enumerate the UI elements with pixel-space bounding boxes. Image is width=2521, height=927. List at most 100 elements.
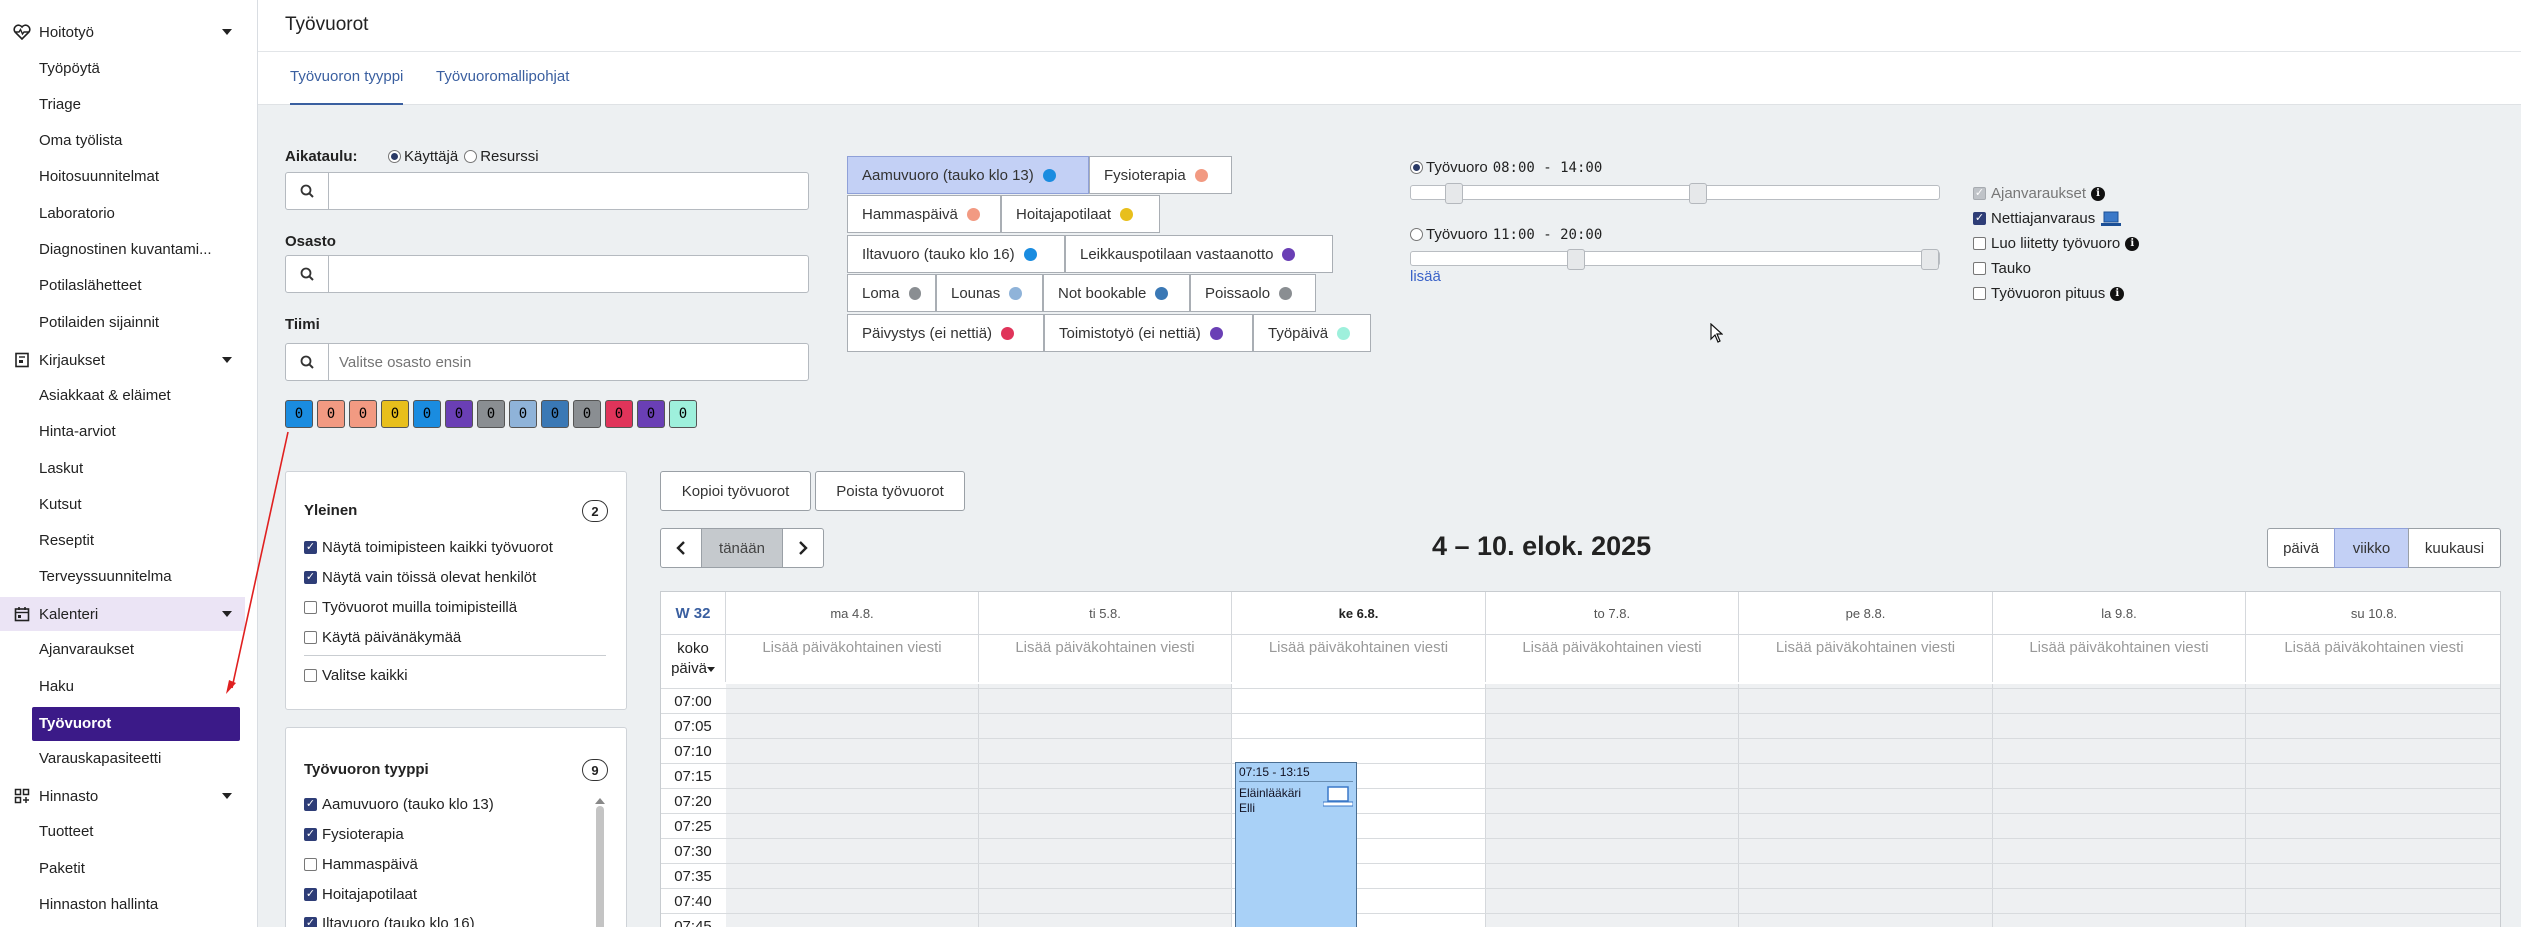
option-ajanvaraukset[interactable]: Ajanvaraukset i [1973, 185, 2106, 202]
sidebar-item-oma-tyolista[interactable]: Oma työlista [39, 130, 239, 152]
shift-type-chip[interactable]: Lounas [936, 274, 1043, 312]
day-header[interactable]: su 10.8. [2246, 592, 2500, 634]
shift-type-chip[interactable]: Hoitajapotilaat [1001, 195, 1160, 233]
select-all[interactable]: Valitse kaikki [304, 667, 408, 684]
sidebar-item-paketit[interactable]: Paketit [39, 858, 239, 880]
shift-type-chip[interactable]: Työpäivä [1253, 314, 1371, 352]
copy-shifts-button[interactable]: Kopioi työvuorot [660, 471, 811, 511]
filter-paivanakyma[interactable]: Käytä päivänäkymää [304, 629, 461, 646]
type-filter-item[interactable]: Aamuvuoro (tauko klo 13) [304, 796, 494, 813]
color-swatch[interactable]: 0 [413, 400, 441, 428]
scrollbar[interactable] [595, 792, 605, 927]
checkbox[interactable] [304, 888, 317, 901]
allday-cell[interactable]: Lisää päiväkohtainen viesti [726, 634, 979, 682]
today-button[interactable]: tänään [701, 528, 783, 568]
allday-cell[interactable]: Lisää päiväkohtainen viesti [1993, 634, 2246, 682]
color-swatch[interactable]: 0 [477, 400, 505, 428]
prev-week-button[interactable] [660, 528, 702, 568]
sidebar-item-asiakkaat[interactable]: Asiakkaat & eläimet [39, 385, 239, 407]
sidebar-section-hinnasto[interactable]: Hinnasto [0, 779, 245, 813]
sidebar-item-laboratorio[interactable]: Laboratorio [39, 203, 239, 225]
sidebar-item-tyovuorot[interactable]: Työvuorot [32, 707, 240, 741]
shift-type-chip[interactable]: Leikkauspotilaan vastaanotto [1065, 235, 1333, 273]
view-week-button[interactable]: viikko [2334, 528, 2409, 568]
sidebar-item-laskut[interactable]: Laskut [39, 458, 239, 480]
color-swatch[interactable]: 0 [541, 400, 569, 428]
sidebar-item-kuvantaminen[interactable]: Diagnostinen kuvantami... [39, 239, 239, 261]
checkbox[interactable] [304, 541, 317, 554]
user-search-input[interactable] [329, 173, 808, 209]
checkbox[interactable] [304, 917, 317, 927]
day-header-today[interactable]: ke 6.8. [1232, 592, 1486, 634]
filter-muut-toimipisteet[interactable]: Työvuorot muilla toimipisteillä [304, 599, 517, 616]
radio-resource[interactable] [464, 150, 478, 163]
shift-type-chip[interactable]: Aamuvuoro (tauko klo 13) [847, 156, 1089, 194]
checkbox[interactable] [304, 571, 317, 584]
allday-cell[interactable]: Lisää päiväkohtainen viesti [979, 634, 1232, 682]
color-swatch[interactable]: 0 [445, 400, 473, 428]
sidebar-item-hinta-arviot[interactable]: Hinta-arviot [39, 421, 239, 443]
color-swatch[interactable]: 0 [669, 400, 697, 428]
slider-handle[interactable] [1445, 183, 1463, 204]
option-luo-liitetty[interactable]: Luo liitetty työvuoro i [1973, 235, 2140, 252]
color-swatch[interactable]: 0 [317, 400, 345, 428]
option-tauko[interactable]: Tauko [1973, 260, 2031, 277]
allday-cell[interactable]: Lisää päiväkohtainen viesti [1739, 634, 1993, 682]
sidebar-item-varauskapasiteetti[interactable]: Varauskapasiteetti [39, 748, 239, 770]
checkbox[interactable] [1973, 187, 1986, 200]
view-day-button[interactable]: päivä [2267, 528, 2335, 568]
info-icon[interactable]: i [2110, 286, 2125, 301]
tab-tyovuoron-tyyppi[interactable]: Työvuoron tyyppi [290, 68, 404, 105]
checkbox[interactable] [304, 669, 317, 682]
checkbox[interactable] [1973, 262, 1986, 275]
allday-cell[interactable]: Lisää päiväkohtainen viesti [1232, 634, 1486, 682]
shift-type-chip[interactable]: Päivystys (ei nettiä) [847, 314, 1044, 352]
type-filter-item[interactable]: Hammaspäivä [304, 856, 418, 873]
sidebar-item-hoitosuunnitelmat[interactable]: Hoitosuunnitelmat [39, 166, 239, 188]
sidebar-item-terveyssuunnitelma[interactable]: Terveyssuunnitelma [39, 566, 239, 588]
day-header[interactable]: ti 5.8. [979, 592, 1232, 634]
sidebar-item-kutsut[interactable]: Kutsut [39, 494, 239, 516]
sidebar-section-kalenteri[interactable]: Kalenteri [0, 597, 245, 631]
osasto-input[interactable] [329, 256, 808, 292]
option-tyovuoron-pituus[interactable]: Työvuoron pituus i [1973, 285, 2125, 302]
day-header[interactable]: to 7.8. [1486, 592, 1739, 634]
slider-handle[interactable] [1689, 183, 1707, 204]
shift-template-radio[interactable] [1410, 161, 1423, 174]
shift-type-chip[interactable]: Iltavuoro (tauko klo 16) [847, 235, 1065, 273]
color-swatch[interactable]: 0 [509, 400, 537, 428]
next-week-button[interactable] [782, 528, 824, 568]
color-swatch[interactable]: 0 [349, 400, 377, 428]
color-swatch[interactable]: 0 [573, 400, 601, 428]
info-icon[interactable]: i [2125, 236, 2140, 251]
sidebar-item-tuotteet[interactable]: Tuotteet [39, 821, 239, 843]
shift-type-chip[interactable]: Fysioterapia [1089, 156, 1232, 194]
shift-type-chip[interactable]: Poissaolo [1190, 274, 1316, 312]
sidebar-section-kirjaukset[interactable]: Kirjaukset [0, 343, 245, 377]
chevron-down-icon[interactable] [221, 26, 233, 38]
type-filter-item[interactable]: Iltavuoro (tauko klo 16) [304, 915, 475, 927]
shift-event[interactable]: 07:15 - 13:15 Eläinlääkäri Elli [1235, 762, 1357, 927]
checkbox[interactable] [304, 798, 317, 811]
shift-template-radio[interactable] [1410, 228, 1423, 241]
sidebar-item-potilaslahetteet[interactable]: Potilaslähetteet [39, 275, 239, 297]
slider-handle[interactable] [1567, 249, 1585, 270]
sidebar-section-hoitotyo[interactable]: Hoitotyö [0, 15, 245, 49]
filter-toissa-olevat[interactable]: Näytä vain töissä olevat henkilöt [304, 569, 536, 586]
color-swatch[interactable]: 0 [381, 400, 409, 428]
tab-tyovuoromallipohjat[interactable]: Työvuoromallipohjat [436, 68, 569, 105]
scroll-up-icon[interactable] [595, 797, 605, 805]
color-swatch[interactable]: 0 [285, 400, 313, 428]
color-swatch[interactable]: 0 [605, 400, 633, 428]
allday-cell[interactable]: Lisää päiväkohtainen viesti [2246, 634, 2500, 682]
type-filter-item[interactable]: Hoitajapotilaat [304, 886, 417, 903]
checkbox[interactable] [304, 601, 317, 614]
slider-handle[interactable] [1921, 249, 1939, 270]
checkbox[interactable] [304, 828, 317, 841]
scrollbar-thumb[interactable] [596, 806, 604, 927]
sidebar-item-potilaiden-sijainnit[interactable]: Potilaiden sijainnit [39, 312, 239, 334]
filter-kaikki-tyovuorot[interactable]: Näytä toimipisteen kaikki työvuorot [304, 539, 553, 556]
sidebar-item-ajanvaraukset[interactable]: Ajanvaraukset [39, 639, 239, 661]
delete-shifts-button[interactable]: Poista työvuorot [815, 471, 965, 511]
radio-user[interactable] [388, 150, 401, 163]
